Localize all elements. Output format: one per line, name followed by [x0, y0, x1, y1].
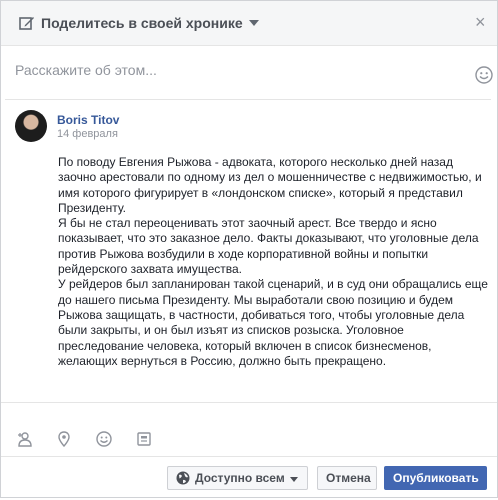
post-paragraph: По поводу Евгения Рыжова - адвоката, кот…	[58, 155, 482, 215]
composer-input[interactable]: Расскажите об этом...	[15, 62, 157, 78]
publish-button[interactable]: Опубликовать	[384, 466, 487, 490]
dialog-header: Поделитесь в своей хронике ×	[1, 1, 497, 46]
audience-selector-button[interactable]: Доступно всем	[167, 466, 308, 490]
dialog-title[interactable]: Поделитесь в своей хронике	[41, 15, 243, 31]
post-author[interactable]: Boris Titov	[57, 113, 119, 127]
shared-post: Boris Titov 14 февраля По поводу Евгения…	[5, 99, 491, 403]
emoji-icon[interactable]	[475, 66, 493, 84]
cancel-button[interactable]: Отмена	[317, 466, 377, 490]
globe-icon	[176, 471, 190, 485]
avatar[interactable]	[15, 110, 47, 142]
feeling-icon[interactable]	[96, 431, 112, 447]
tag-friends-icon[interactable]	[17, 431, 33, 447]
composer-actions	[1, 402, 497, 457]
close-icon[interactable]: ×	[475, 13, 486, 31]
post-paragraph: У рейдеров был запланирован такой сценар…	[58, 277, 488, 368]
sticker-icon[interactable]	[136, 431, 152, 447]
dialog-footer: Доступно всем Отмена Опубликовать	[1, 456, 497, 500]
location-pin-icon[interactable]	[56, 431, 72, 447]
chevron-down-icon[interactable]	[249, 20, 259, 26]
post-text: По поводу Евгения Рыжова - адвоката, кот…	[58, 155, 489, 369]
pencil-icon	[19, 17, 34, 30]
share-dialog: Поделитесь в своей хронике × Расскажите …	[0, 0, 498, 498]
post-date[interactable]: 14 февраля	[57, 128, 118, 140]
chevron-down-icon	[290, 477, 298, 482]
audience-label: Доступно всем	[195, 471, 285, 485]
post-paragraph: Я бы не стал переоценивать этот заочный …	[58, 216, 479, 277]
